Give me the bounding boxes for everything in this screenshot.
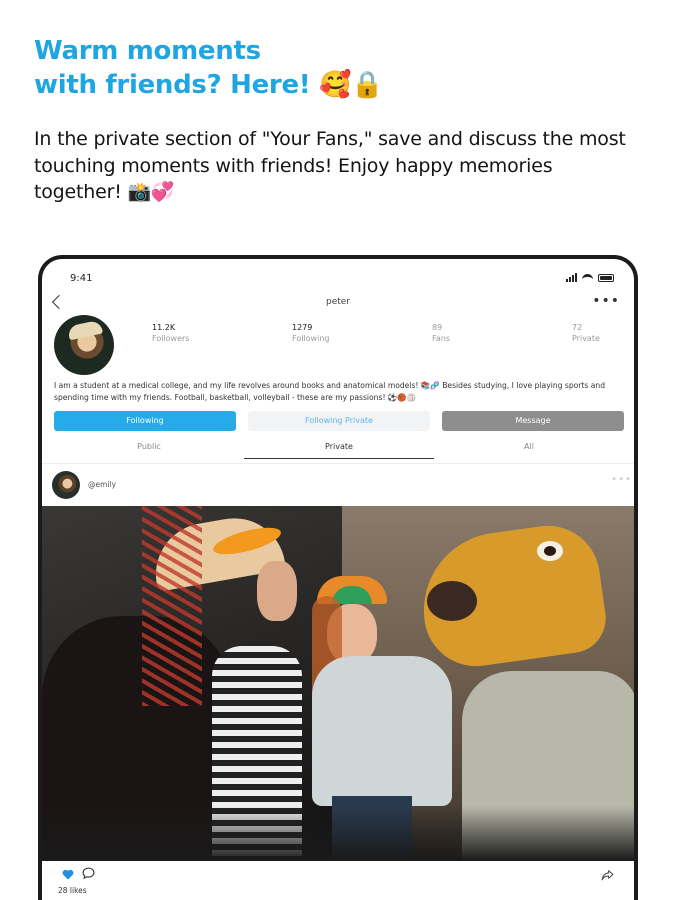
more-icon[interactable]: •••: [592, 293, 620, 309]
status-icons: [566, 273, 614, 282]
stat-label: Following: [292, 334, 330, 343]
post-avatar[interactable]: [52, 471, 80, 499]
heart-icon[interactable]: [62, 869, 74, 880]
stat-label: Fans: [432, 334, 451, 343]
headline-line-1: Warm moments: [34, 36, 261, 66]
description-text: In the private section of "Your Fans," s…: [34, 128, 626, 203]
avatar[interactable]: [54, 315, 114, 375]
wifi-icon: [582, 274, 593, 282]
stat-value: 89: [432, 323, 443, 332]
message-button[interactable]: Message: [442, 411, 624, 431]
following-private-button[interactable]: Following Private: [248, 411, 430, 431]
stat-value: 11.2K: [152, 323, 176, 332]
post-actions: 28 likes: [42, 861, 634, 900]
post-username[interactable]: @emily: [88, 480, 116, 489]
battery-icon: [598, 274, 614, 282]
profile-actions: Following Following Private Message: [54, 411, 624, 431]
phone-frame: 9:41 peter ••• 11.2K Followers 1279 Foll…: [38, 255, 638, 900]
profile-stats: 11.2K Followers 1279 Following 89 Fans 7…: [152, 323, 622, 343]
stat-label: Followers: [152, 334, 190, 343]
share-icon[interactable]: [601, 869, 614, 881]
signal-icon: [566, 273, 577, 282]
tab-public[interactable]: Public: [54, 437, 244, 459]
stat-value: 1279: [292, 323, 313, 332]
stat-private[interactable]: 72 Private: [572, 323, 622, 343]
headline: Warm moments with friends? Here! 🥰🔒: [34, 34, 634, 102]
profile-username: peter: [325, 297, 351, 307]
divider: [42, 463, 634, 464]
stat-value: 72: [572, 323, 583, 332]
post-header: @emily •••: [52, 471, 632, 501]
profile-bio: I am a student at a medical college, and…: [54, 381, 606, 402]
content-tabs: Public Private All: [54, 437, 624, 459]
tab-all[interactable]: All: [434, 437, 624, 459]
tab-private[interactable]: Private: [244, 437, 434, 459]
stat-followers[interactable]: 11.2K Followers: [152, 323, 242, 343]
post-more-icon[interactable]: •••: [611, 474, 632, 485]
likes-count: 28 likes: [58, 886, 87, 895]
stat-following[interactable]: 1279 Following: [292, 323, 382, 343]
comment-icon[interactable]: [82, 867, 95, 879]
following-button[interactable]: Following: [54, 411, 236, 431]
status-time: 9:41: [70, 273, 93, 284]
stat-label: Private: [572, 334, 600, 343]
profile-topbar: peter •••: [42, 293, 634, 317]
post-photo[interactable]: [42, 506, 634, 861]
stat-fans[interactable]: 89 Fans: [432, 323, 522, 343]
headline-line-2: with friends? Here! 🥰🔒: [34, 70, 384, 100]
